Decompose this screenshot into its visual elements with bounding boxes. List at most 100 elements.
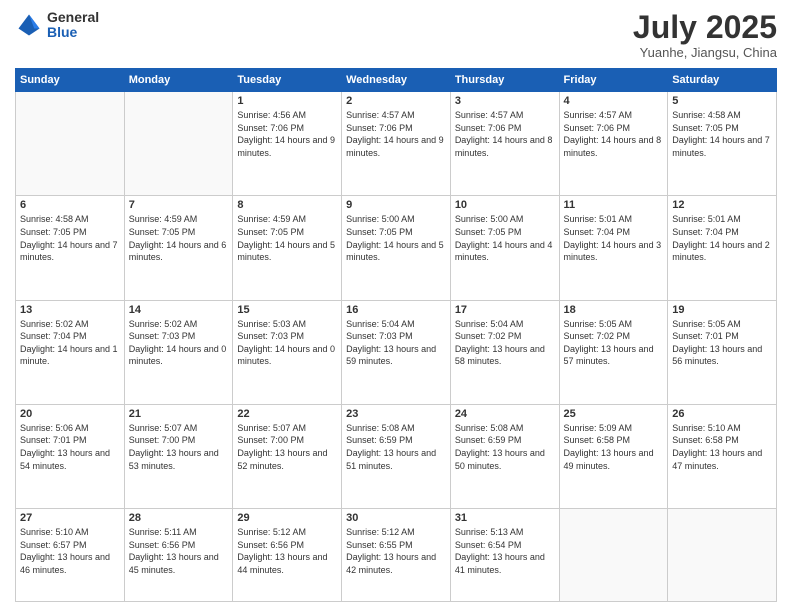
day-content: Sunrise: 5:02 AMSunset: 7:04 PMDaylight:… — [20, 318, 120, 368]
calendar-cell: 1Sunrise: 4:56 AMSunset: 7:06 PMDaylight… — [233, 92, 342, 196]
day-content: Sunrise: 5:04 AMSunset: 7:03 PMDaylight:… — [346, 318, 446, 368]
calendar-cell: 23 Sunrise: 5:08 AMSunset: 6:59 PMDayligh… — [342, 404, 451, 508]
day-number: 26 — [672, 408, 772, 420]
day-content: Sunrise: 5:03 AMSunset: 7:03 PMDaylight:… — [237, 318, 337, 368]
calendar-cell: 30Sunrise: 5:12 AMSunset: 6:55 PMDayligh… — [342, 509, 451, 602]
calendar-cell: 22 Sunrise: 5:07 AMSunset: 7:00 PMDayligh… — [233, 404, 342, 508]
day-content: Sunrise: 5:05 AMSunset: 7:02 PMDaylight:… — [564, 318, 664, 368]
day-number: 15 — [237, 304, 337, 316]
calendar-cell: 21 Sunrise: 5:07 AMSunset: 7:00 PMDayligh… — [124, 404, 233, 508]
calendar-cell: 13 Sunrise: 5:02 AMSunset: 7:04 PMDayligh… — [16, 300, 125, 404]
day-number: 14 — [129, 304, 229, 316]
day-number: 24 — [455, 408, 555, 420]
day-content: Sunrise: 5:08 AMSunset: 6:59 PMDaylight:… — [455, 422, 555, 472]
day-content: Sunrise: 4:58 AMSunset: 7:05 PMDaylight:… — [672, 109, 772, 159]
week-row-3: 13 Sunrise: 5:02 AMSunset: 7:04 PMDayligh… — [16, 300, 777, 404]
calendar-cell: 20 Sunrise: 5:06 AMSunset: 7:01 PMDayligh… — [16, 404, 125, 508]
weekday-header-tuesday: Tuesday — [233, 69, 342, 92]
calendar-cell: 31 Sunrise: 5:13 AMSunset: 6:54 PMDayligh… — [450, 509, 559, 602]
day-content: Sunrise: 5:01 AMSunset: 7:04 PMDaylight:… — [564, 213, 664, 263]
day-content: Sunrise: 5:00 AMSunset: 7:05 PMDaylight:… — [455, 213, 555, 263]
calendar-cell: 9 Sunrise: 5:00 AMSunset: 7:05 PMDaylight… — [342, 196, 451, 300]
day-number: 8 — [237, 199, 337, 211]
calendar-cell: 14 Sunrise: 5:02 AMSunset: 7:03 PMDayligh… — [124, 300, 233, 404]
calendar-cell: 4Sunrise: 4:57 AMSunset: 7:06 PMDaylight… — [559, 92, 668, 196]
calendar-cell: 27Sunrise: 5:10 AMSunset: 6:57 PMDayligh… — [16, 509, 125, 602]
day-number: 28 — [129, 512, 229, 524]
day-number: 6 — [20, 199, 120, 211]
day-number: 4 — [564, 95, 664, 107]
day-number: 7 — [129, 199, 229, 211]
logo-blue-text: Blue — [47, 25, 99, 40]
calendar-cell: 2Sunrise: 4:57 AMSunset: 7:06 PMDaylight… — [342, 92, 451, 196]
day-content: Sunrise: 5:04 AMSunset: 7:02 PMDaylight:… — [455, 318, 555, 368]
month-title: July 2025 — [633, 10, 777, 45]
day-number: 25 — [564, 408, 664, 420]
day-content: Sunrise: 4:57 AMSunset: 7:06 PMDaylight:… — [455, 109, 555, 159]
location: Yuanhe, Jiangsu, China — [633, 45, 777, 60]
day-content: Sunrise: 5:07 AMSunset: 7:00 PMDaylight:… — [129, 422, 229, 472]
day-content: Sunrise: 5:09 AMSunset: 6:58 PMDaylight:… — [564, 422, 664, 472]
logo: General Blue — [15, 10, 99, 41]
day-number: 16 — [346, 304, 446, 316]
calendar-cell: 15 Sunrise: 5:03 AMSunset: 7:03 PMDayligh… — [233, 300, 342, 404]
page: General Blue July 2025 Yuanhe, Jiangsu, … — [0, 0, 792, 612]
day-number: 17 — [455, 304, 555, 316]
day-content: Sunrise: 5:00 AMSunset: 7:05 PMDaylight:… — [346, 213, 446, 263]
day-content: Sunrise: 5:06 AMSunset: 7:01 PMDaylight:… — [20, 422, 120, 472]
calendar-cell: 12Sunrise: 5:01 AMSunset: 7:04 PMDayligh… — [668, 196, 777, 300]
calendar-cell: 28 Sunrise: 5:11 AMSunset: 6:56 PMDayligh… — [124, 509, 233, 602]
calendar-cell — [668, 509, 777, 602]
calendar-cell: 24 Sunrise: 5:08 AMSunset: 6:59 PMDayligh… — [450, 404, 559, 508]
day-number: 10 — [455, 199, 555, 211]
weekday-header-friday: Friday — [559, 69, 668, 92]
calendar-cell: 25 Sunrise: 5:09 AMSunset: 6:58 PMDayligh… — [559, 404, 668, 508]
calendar-cell: 7 Sunrise: 4:59 AMSunset: 7:05 PMDaylight… — [124, 196, 233, 300]
week-row-2: 6Sunrise: 4:58 AMSunset: 7:05 PMDaylight… — [16, 196, 777, 300]
calendar-cell — [559, 509, 668, 602]
day-content: Sunrise: 5:13 AMSunset: 6:54 PMDaylight:… — [455, 526, 555, 576]
header: General Blue July 2025 Yuanhe, Jiangsu, … — [15, 10, 777, 60]
day-number: 5 — [672, 95, 772, 107]
calendar-cell: 11 Sunrise: 5:01 AMSunset: 7:04 PMDayligh… — [559, 196, 668, 300]
day-number: 18 — [564, 304, 664, 316]
day-content: Sunrise: 5:11 AMSunset: 6:56 PMDaylight:… — [129, 526, 229, 576]
calendar-cell — [124, 92, 233, 196]
day-number: 31 — [455, 512, 555, 524]
day-number: 3 — [455, 95, 555, 107]
calendar-cell: 17 Sunrise: 5:04 AMSunset: 7:02 PMDayligh… — [450, 300, 559, 404]
weekday-header-thursday: Thursday — [450, 69, 559, 92]
week-row-5: 27Sunrise: 5:10 AMSunset: 6:57 PMDayligh… — [16, 509, 777, 602]
day-number: 23 — [346, 408, 446, 420]
day-content: Sunrise: 5:02 AMSunset: 7:03 PMDaylight:… — [129, 318, 229, 368]
day-number: 9 — [346, 199, 446, 211]
calendar-cell: 19 Sunrise: 5:05 AMSunset: 7:01 PMDayligh… — [668, 300, 777, 404]
day-number: 12 — [672, 199, 772, 211]
day-number: 22 — [237, 408, 337, 420]
day-number: 30 — [346, 512, 446, 524]
day-content: Sunrise: 5:08 AMSunset: 6:59 PMDaylight:… — [346, 422, 446, 472]
weekday-header-saturday: Saturday — [668, 69, 777, 92]
week-row-4: 20 Sunrise: 5:06 AMSunset: 7:01 PMDayligh… — [16, 404, 777, 508]
week-row-1: 1Sunrise: 4:56 AMSunset: 7:06 PMDaylight… — [16, 92, 777, 196]
calendar-cell: 8Sunrise: 4:59 AMSunset: 7:05 PMDaylight… — [233, 196, 342, 300]
day-content: Sunrise: 5:07 AMSunset: 7:00 PMDaylight:… — [237, 422, 337, 472]
day-number: 21 — [129, 408, 229, 420]
day-content: Sunrise: 4:59 AMSunset: 7:05 PMDaylight:… — [129, 213, 229, 263]
weekday-header-row: SundayMondayTuesdayWednesdayThursdayFrid… — [16, 69, 777, 92]
day-content: Sunrise: 5:10 AMSunset: 6:58 PMDaylight:… — [672, 422, 772, 472]
calendar-cell: 6Sunrise: 4:58 AMSunset: 7:05 PMDaylight… — [16, 196, 125, 300]
calendar-table: SundayMondayTuesdayWednesdayThursdayFrid… — [15, 68, 777, 602]
day-content: Sunrise: 4:57 AMSunset: 7:06 PMDaylight:… — [346, 109, 446, 159]
day-content: Sunrise: 5:05 AMSunset: 7:01 PMDaylight:… — [672, 318, 772, 368]
day-number: 19 — [672, 304, 772, 316]
calendar-cell: 16 Sunrise: 5:04 AMSunset: 7:03 PMDayligh… — [342, 300, 451, 404]
title-block: July 2025 Yuanhe, Jiangsu, China — [633, 10, 777, 60]
day-number: 13 — [20, 304, 120, 316]
day-number: 20 — [20, 408, 120, 420]
day-number: 11 — [564, 199, 664, 211]
calendar-cell — [16, 92, 125, 196]
calendar-cell: 3 Sunrise: 4:57 AMSunset: 7:06 PMDaylight… — [450, 92, 559, 196]
day-number: 1 — [237, 95, 337, 107]
logo-text: General Blue — [47, 10, 99, 41]
